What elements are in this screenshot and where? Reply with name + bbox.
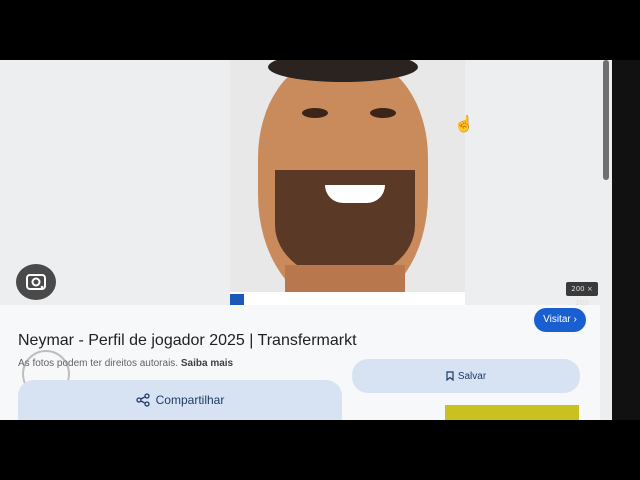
bookmark-icon (446, 371, 454, 381)
result-title[interactable]: Neymar - Perfil de jogador 2025 | Transf… (18, 332, 357, 350)
google-lens-button[interactable] (16, 264, 56, 300)
scrollbar[interactable] (603, 60, 609, 180)
learn-more-link[interactable]: Saiba mais (181, 358, 233, 369)
hand-cursor-icon: ☝ (454, 116, 474, 133)
save-button[interactable]: Salvar (352, 359, 580, 393)
shirt (230, 292, 465, 305)
chevron-right-icon: › (573, 314, 577, 325)
screen: 200 × 200 ☝ Visitar › Neymar - Perfil de… (0, 60, 612, 420)
left-eye (302, 108, 328, 118)
visit-label: Visitar (543, 314, 571, 325)
monitor-bezel (612, 60, 640, 420)
share-label: Compartilhar (155, 393, 225, 407)
image-size-badge: 200 × 200 (566, 282, 598, 307)
next-thumbnail-edge[interactable] (445, 405, 579, 420)
visit-button[interactable]: Visitar › (534, 308, 586, 332)
result-image[interactable] (230, 60, 465, 305)
share-button[interactable]: Compartilhar (18, 380, 342, 420)
google-lens-icon (26, 274, 46, 290)
right-eye (370, 108, 396, 118)
smile (325, 185, 385, 203)
shirt-trim (230, 294, 244, 305)
save-label: Salvar (457, 370, 487, 382)
share-icon (135, 393, 150, 407)
